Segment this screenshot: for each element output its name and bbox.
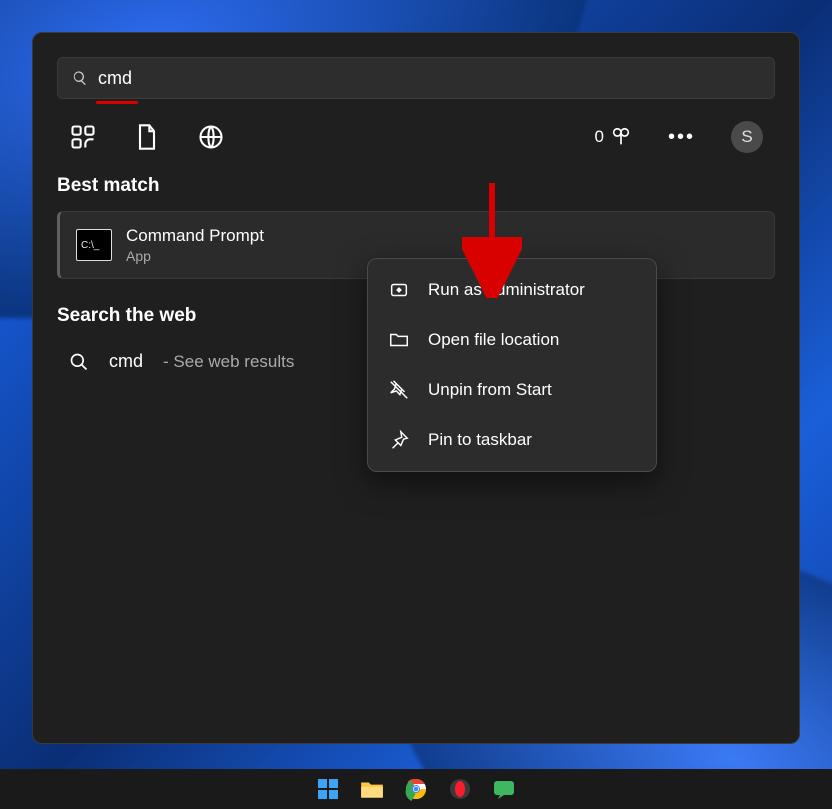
spell-underline — [96, 101, 138, 104]
ctx-unpin-from-start[interactable]: Unpin from Start — [374, 365, 650, 415]
web-filter-icon[interactable] — [197, 123, 225, 151]
user-avatar[interactable]: S — [731, 121, 763, 153]
rewards-counter[interactable]: 0 — [595, 126, 632, 148]
search-filter-toolbar: 0 ••• S — [57, 113, 775, 171]
rewards-count: 0 — [595, 127, 604, 147]
ctx-label: Pin to taskbar — [428, 430, 532, 450]
avatar-initial: S — [741, 127, 752, 147]
chat-button[interactable] — [490, 775, 518, 803]
opera-button[interactable] — [446, 775, 474, 803]
shield-icon — [388, 279, 410, 301]
rewards-icon — [610, 126, 632, 148]
folder-icon — [388, 329, 410, 351]
ctx-open-file-location[interactable]: Open file location — [374, 315, 650, 365]
ctx-label: Unpin from Start — [428, 380, 552, 400]
context-menu: Run as administrator Open file location … — [367, 258, 657, 472]
result-subtitle: App — [126, 248, 264, 264]
taskbar — [0, 769, 832, 809]
result-title: Command Prompt — [126, 226, 264, 246]
apps-filter-icon[interactable] — [69, 123, 97, 151]
web-term: cmd — [109, 351, 143, 372]
search-box[interactable] — [57, 57, 775, 99]
documents-filter-icon[interactable] — [133, 123, 161, 151]
ctx-label: Open file location — [428, 330, 559, 350]
best-match-heading: Best match — [57, 175, 775, 197]
pin-icon — [388, 429, 410, 451]
search-input[interactable] — [98, 68, 760, 89]
more-button[interactable]: ••• — [668, 126, 695, 149]
unpin-icon — [388, 379, 410, 401]
web-suffix: - See web results — [163, 352, 294, 372]
ctx-pin-to-taskbar[interactable]: Pin to taskbar — [374, 415, 650, 465]
chrome-button[interactable] — [402, 775, 430, 803]
ctx-run-as-admin[interactable]: Run as administrator — [374, 265, 650, 315]
search-icon — [72, 70, 88, 86]
file-explorer-button[interactable] — [358, 775, 386, 803]
search-icon — [69, 352, 89, 372]
start-button[interactable] — [314, 775, 342, 803]
command-prompt-icon: C:\_ — [76, 229, 112, 261]
ctx-label: Run as administrator — [428, 280, 585, 300]
